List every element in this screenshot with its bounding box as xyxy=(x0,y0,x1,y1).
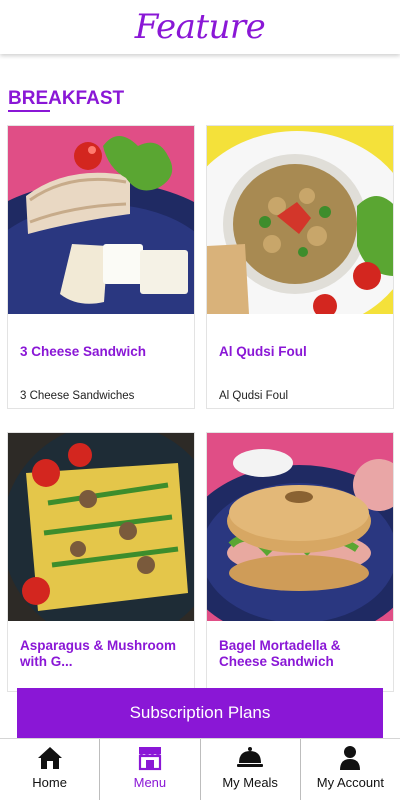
meal-description: Al Qudsi Foul xyxy=(219,390,289,402)
meal-description: 3 Cheese Sandwiches xyxy=(20,390,135,402)
meal-card-bagel-mortadella[interactable]: Bagel Mortadella & Cheese Sandwich xyxy=(206,432,394,692)
tab-my-account[interactable]: My Account xyxy=(301,739,400,800)
home-icon xyxy=(37,747,62,769)
meal-name: Bagel Mortadella & Cheese Sandwich xyxy=(219,638,341,669)
section-title: BREAKFAST xyxy=(8,88,125,109)
meal-card-3-cheese-sandwich[interactable]: 3 Cheese Sandwich 3 Cheese Sandwiches xyxy=(7,125,195,409)
meal-card-asparagus-mushroom[interactable]: Asparagus & Mushroom with G... xyxy=(7,432,195,692)
meal-image xyxy=(207,126,393,314)
tab-my-meals[interactable]: My Meals xyxy=(201,739,301,800)
tab-label: Home xyxy=(32,775,67,790)
cloche-icon xyxy=(237,747,264,767)
meal-name: 3 Cheese Sandwich xyxy=(20,344,147,359)
tab-menu[interactable]: Menu xyxy=(100,739,201,800)
meal-name: Asparagus & Mushroom with G... xyxy=(20,638,177,669)
tab-label: Menu xyxy=(133,775,167,790)
tab-label: My Account xyxy=(316,775,384,790)
menu-shop-icon xyxy=(138,747,161,771)
meal-name: Al Qudsi Foul xyxy=(219,344,307,359)
app-header: Feature xyxy=(0,0,400,54)
meal-card-al-qudsi-foul[interactable]: Al Qudsi Foul Al Qudsi Foul xyxy=(206,125,394,409)
user-icon xyxy=(340,746,361,770)
bottom-tab-bar: Home Menu My Meals My Account xyxy=(0,738,400,800)
tab-home[interactable]: Home xyxy=(0,739,101,800)
meal-image xyxy=(8,126,194,314)
tab-label: My Meals xyxy=(222,775,278,790)
section-underline xyxy=(8,110,50,112)
subscription-plans-button[interactable]: Subscription Plans xyxy=(17,688,383,738)
meal-image xyxy=(207,433,393,621)
page-title: Feature xyxy=(134,7,266,47)
meal-image xyxy=(8,433,194,621)
